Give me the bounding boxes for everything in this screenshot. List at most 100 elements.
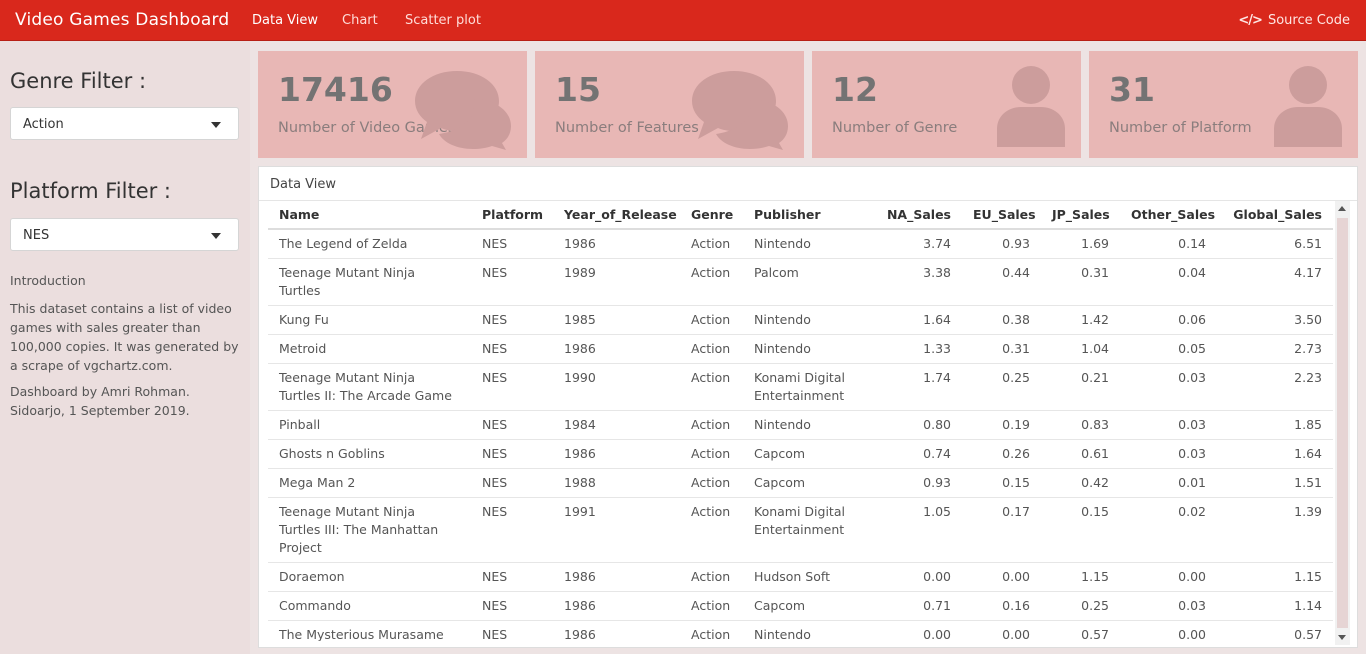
nav-data-view[interactable]: Data View	[252, 13, 318, 28]
user-icon	[1272, 65, 1344, 151]
table-row[interactable]: Ghosts n Goblins NES 1986 Action Capcom 0.74 0…	[268, 439, 1333, 469]
table-cell: Metroid	[268, 334, 471, 364]
table-cell: NES	[471, 468, 553, 498]
table-row[interactable]: Pinball NES 1984 Action Nintendo 0.80 0.19 0.83…	[268, 410, 1333, 440]
platform-select[interactable]: NES	[10, 218, 239, 251]
table-cell: 0.01	[1120, 468, 1217, 498]
table-row[interactable]: Teenage Mutant Ninja Turtles III: The Ma…	[268, 497, 1333, 563]
value-box-caption: Number of Genre	[832, 120, 958, 136]
table-cell: Action	[680, 439, 743, 469]
table-cell: 0.14	[1120, 228, 1217, 259]
app-title[interactable]: Video Games Dashboard	[15, 10, 229, 30]
column-header-global-sales[interactable]: Global_Sales	[1217, 201, 1333, 230]
data-view-panel: Data View Name Platform Year_of_Release Gen…	[258, 166, 1358, 648]
table-cell: Konami Digital Entertainment	[743, 363, 875, 411]
chevron-down-icon	[211, 233, 221, 239]
table-cell: 0.38	[962, 305, 1041, 335]
table-row[interactable]: Mega Man 2 NES 1988 Action Capcom 0.93 0.15 0.4…	[268, 468, 1333, 498]
table-cell: 1986	[553, 439, 680, 469]
table-cell: 1.42	[1041, 305, 1120, 335]
genre-select[interactable]: Action	[10, 107, 239, 140]
column-header-publisher[interactable]: Publisher	[743, 201, 875, 230]
scroll-down-icon[interactable]	[1338, 635, 1346, 640]
table-cell: Palcom	[743, 258, 875, 306]
column-header-other-sales[interactable]: Other_Sales	[1120, 201, 1217, 230]
table-body: The Legend of Zelda NES 1986 Action Nintendo…	[268, 228, 1333, 641]
column-header-name[interactable]: Name	[268, 201, 471, 230]
value-box-caption: Number of Features	[555, 120, 699, 136]
nav-chart[interactable]: Chart	[342, 13, 378, 28]
table-cell: Teenage Mutant Ninja Turtles III: The Ma…	[268, 497, 471, 563]
table-cell: Doraemon	[268, 562, 471, 592]
table-cell: 0.00	[875, 620, 962, 641]
table-cell: Action	[680, 228, 743, 259]
table-cell: Action	[680, 562, 743, 592]
table-cell: 1.64	[875, 305, 962, 335]
comments-icon	[690, 65, 790, 154]
table-row[interactable]: The Legend of Zelda NES 1986 Action Nintendo…	[268, 228, 1333, 259]
table-cell: 0.05	[1120, 334, 1217, 364]
sidebar: Genre Filter : Action Platform Filter : …	[0, 41, 250, 654]
table-row[interactable]: Teenage Mutant Ninja Turtles NES 1989 Actio…	[268, 258, 1333, 306]
table-cell: 0.26	[962, 439, 1041, 469]
table-cell: 1.64	[1217, 439, 1333, 469]
table-cell: 0.00	[962, 562, 1041, 592]
table-cell: 1985	[553, 305, 680, 335]
table-cell: Pinball	[268, 410, 471, 440]
table-cell: 1.69	[1041, 228, 1120, 259]
column-header-eu-sales[interactable]: EU_Sales	[962, 201, 1041, 230]
table-cell: Action	[680, 497, 743, 563]
scroll-up-icon[interactable]	[1338, 206, 1346, 211]
table-cell: Nintendo	[743, 410, 875, 440]
table-cell: 4.17	[1217, 258, 1333, 306]
table-cell: 0.15	[962, 468, 1041, 498]
table-cell: 0.16	[962, 591, 1041, 621]
table-cell: 0.61	[1041, 439, 1120, 469]
column-header-platform[interactable]: Platform	[471, 201, 553, 230]
source-code-link[interactable]: </> Source Code	[1238, 13, 1350, 28]
table-cell: Action	[680, 591, 743, 621]
column-header-na-sales[interactable]: NA_Sales	[875, 201, 962, 230]
table-cell: 0.00	[875, 562, 962, 592]
value-box-video-games: 17416 Number of Video Games	[258, 51, 527, 158]
value-box-genre: 12 Number of Genre	[812, 51, 1081, 158]
table-cell: NES	[471, 228, 553, 259]
column-header-year-of-release[interactable]: Year_of_Release	[553, 201, 680, 230]
user-icon	[995, 65, 1067, 151]
table-row[interactable]: Metroid NES 1986 Action Nintendo 1.33 0.31 1.04…	[268, 334, 1333, 364]
table-cell: 1986	[553, 562, 680, 592]
table-row[interactable]: The Mysterious Murasame CastleNES1986Act…	[268, 620, 1333, 641]
table-cell: 0.57	[1041, 620, 1120, 641]
table-row[interactable]: Doraemon NES 1986 Action Hudson Soft 0.00 0.00…	[268, 562, 1333, 592]
column-header-genre[interactable]: Genre	[680, 201, 743, 230]
value-box-number: 15	[555, 70, 601, 109]
table-row[interactable]: Commando NES 1986 Action Capcom 0.71 0.16 0.25 0…	[268, 591, 1333, 621]
table-cell: 1986	[553, 228, 680, 259]
table-cell: 0.17	[962, 497, 1041, 563]
table-cell: 0.03	[1120, 439, 1217, 469]
table-cell: Nintendo	[743, 334, 875, 364]
data-table-container[interactable]: Name Platform Year_of_Release Genre Publishe…	[268, 201, 1333, 641]
chevron-down-icon	[211, 122, 221, 128]
table-row[interactable]: Kung Fu NES 1985 Action Nintendo 1.64 0.38 1.42…	[268, 305, 1333, 335]
code-icon: </>	[1238, 13, 1263, 28]
column-header-jp-sales[interactable]: JP_Sales	[1041, 201, 1120, 230]
table-cell: 2.73	[1217, 334, 1333, 364]
platform-filter-label: Platform Filter :	[10, 179, 171, 203]
table-cell: 0.71	[875, 591, 962, 621]
table-cell: NES	[471, 439, 553, 469]
table-cell: 0.00	[1120, 620, 1217, 641]
table-cell: NES	[471, 258, 553, 306]
vertical-scrollbar[interactable]	[1335, 201, 1350, 645]
table-cell: The Legend of Zelda	[268, 228, 471, 259]
table-cell: NES	[471, 410, 553, 440]
table-cell: 0.06	[1120, 305, 1217, 335]
table-row[interactable]: Teenage Mutant Ninja Turtles II: The Arc…	[268, 363, 1333, 411]
table-cell: Capcom	[743, 468, 875, 498]
table-cell: 0.21	[1041, 363, 1120, 411]
table-cell: 0.04	[1120, 258, 1217, 306]
nav-scatter-plot[interactable]: Scatter plot	[405, 13, 481, 28]
scroll-thumb[interactable]	[1337, 218, 1348, 628]
table-cell: 0.93	[875, 468, 962, 498]
table-cell: Capcom	[743, 591, 875, 621]
